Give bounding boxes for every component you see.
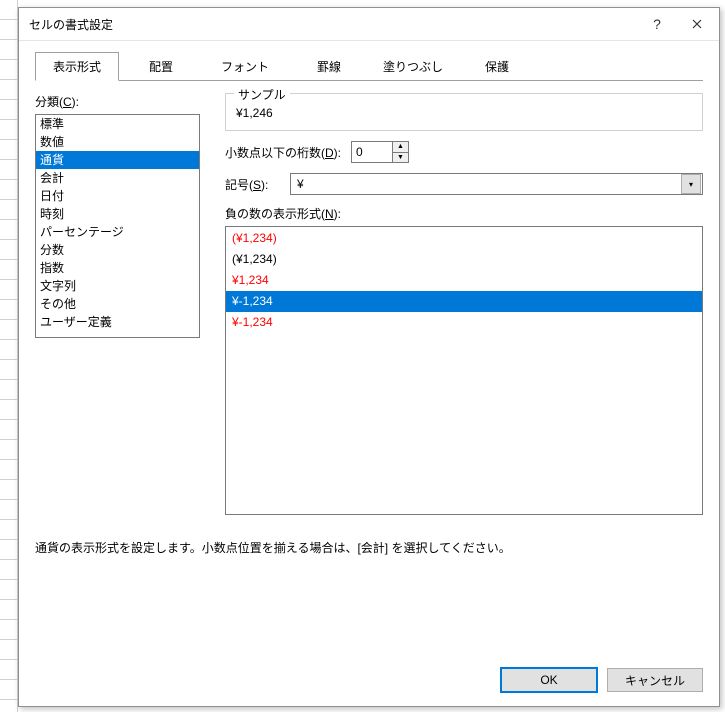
tab-0[interactable]: 表示形式 — [35, 52, 119, 81]
negative-option[interactable]: ¥1,234 — [226, 270, 702, 291]
category-item[interactable]: 日付 — [36, 187, 199, 205]
negative-option[interactable]: ¥-1,234 — [226, 312, 702, 333]
category-item[interactable]: 時刻 — [36, 205, 199, 223]
decimals-spinner[interactable]: ▲ ▼ — [351, 141, 409, 163]
negative-format-list[interactable]: (¥1,234)(¥1,234)¥1,234¥-1,234¥-1,234 — [225, 226, 703, 515]
category-item[interactable]: 文字列 — [36, 277, 199, 295]
category-list[interactable]: 標準数値通貨会計日付時刻パーセンテージ分数指数文字列その他ユーザー定義 — [35, 114, 200, 338]
negative-option[interactable]: (¥1,234) — [226, 228, 702, 249]
category-label: 分類(C): — [35, 93, 200, 110]
window-title: セルの書式設定 — [29, 16, 637, 33]
decimals-input[interactable] — [352, 142, 392, 162]
category-item[interactable]: ユーザー定義 — [36, 313, 199, 331]
negative-label: 負の数の表示形式(N): — [225, 205, 703, 222]
category-item[interactable]: パーセンテージ — [36, 223, 199, 241]
title-bar: セルの書式設定 ? — [19, 8, 719, 41]
format-cells-dialog: セルの書式設定 ? 表示形式配置フォント罫線塗りつぶし保護 分類(C): 標準数… — [18, 7, 720, 707]
dropdown-button[interactable]: ▾ — [681, 174, 701, 194]
category-item[interactable]: その他 — [36, 295, 199, 313]
help-button[interactable]: ? — [637, 9, 677, 39]
decimals-row: 小数点以下の桁数(D): ▲ ▼ — [225, 141, 703, 163]
tab-2[interactable]: フォント — [203, 52, 287, 81]
tab-4[interactable]: 塗りつぶし — [371, 52, 455, 81]
spinner-down[interactable]: ▼ — [393, 153, 408, 163]
close-icon — [692, 19, 702, 29]
spinner-up[interactable]: ▲ — [393, 142, 408, 153]
grid-edge — [0, 0, 18, 712]
category-item[interactable]: 数値 — [36, 133, 199, 151]
tab-1[interactable]: 配置 — [119, 52, 203, 81]
chevron-down-icon: ▾ — [689, 180, 693, 189]
symbol-dropdown[interactable]: ¥ ▾ — [290, 173, 703, 195]
symbol-value: ¥ — [291, 177, 680, 191]
settings-column: サンプル ¥1,246 小数点以下の桁数(D): ▲ ▼ — [225, 93, 703, 515]
negative-option[interactable]: ¥-1,234 — [226, 291, 702, 312]
category-item[interactable]: 会計 — [36, 169, 199, 187]
main-row: 分類(C): 標準数値通貨会計日付時刻パーセンテージ分数指数文字列その他ユーザー… — [35, 93, 703, 515]
category-item[interactable]: 通貨 — [36, 151, 199, 169]
category-item[interactable]: 標準 — [36, 115, 199, 133]
spinner-arrows: ▲ ▼ — [392, 142, 408, 162]
symbol-row: 記号(S): ¥ ▾ — [225, 173, 703, 195]
tab-3[interactable]: 罫線 — [287, 52, 371, 81]
category-column: 分類(C): 標準数値通貨会計日付時刻パーセンテージ分数指数文字列その他ユーザー… — [35, 93, 200, 515]
description-text: 通貨の表示形式を設定します。小数点位置を揃える場合は、[会計] を選択してくださ… — [35, 539, 703, 556]
tab-bar: 表示形式配置フォント罫線塗りつぶし保護 — [35, 51, 703, 81]
ok-button[interactable]: OK — [501, 668, 597, 692]
tab-5[interactable]: 保護 — [455, 52, 539, 81]
category-item[interactable]: 分数 — [36, 241, 199, 259]
category-item[interactable]: 指数 — [36, 259, 199, 277]
dialog-content: 表示形式配置フォント罫線塗りつぶし保護 分類(C): 標準数値通貨会計日付時刻パ… — [19, 41, 719, 658]
sample-value: ¥1,246 — [236, 102, 692, 120]
dialog-footer: OK キャンセル — [19, 658, 719, 706]
negative-option[interactable]: (¥1,234) — [226, 249, 702, 270]
decimals-label: 小数点以下の桁数(D): — [225, 144, 341, 161]
cancel-button[interactable]: キャンセル — [607, 668, 703, 692]
sample-label: サンプル — [234, 86, 290, 103]
sample-group: サンプル ¥1,246 — [225, 93, 703, 131]
symbol-label: 記号(S): — [225, 176, 280, 193]
close-button[interactable] — [677, 9, 717, 39]
